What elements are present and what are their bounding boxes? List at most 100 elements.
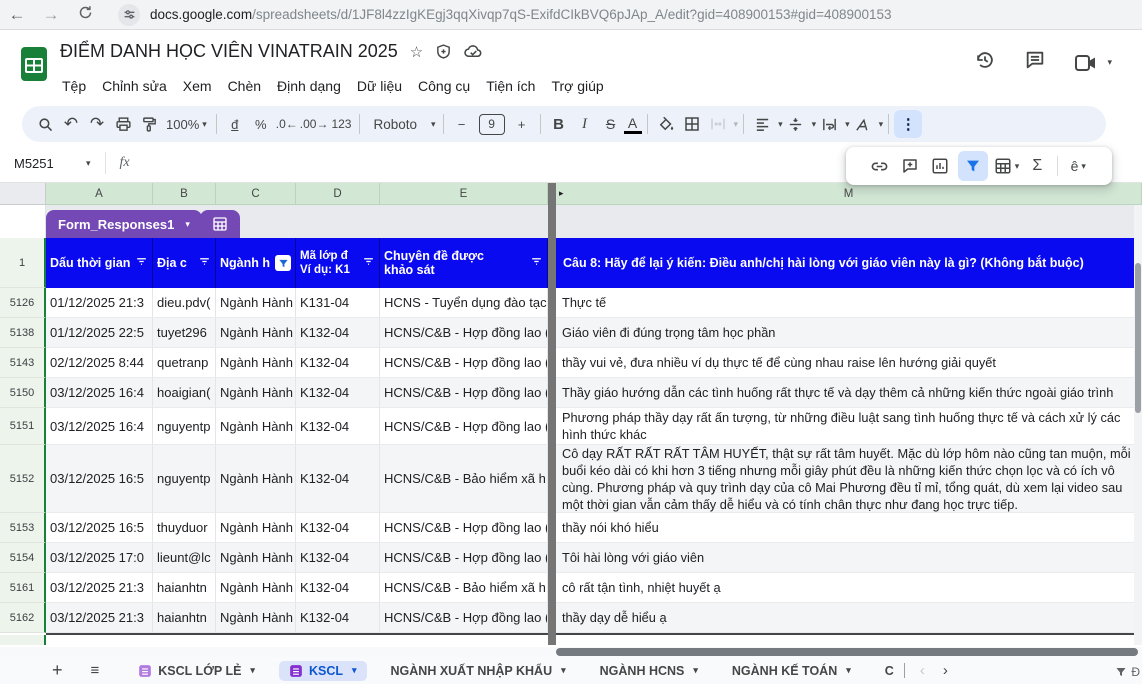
sheet-tab[interactable]: KSCL ▾: [279, 661, 367, 681]
header-cell-chuyende[interactable]: Chuyên đề được khảo sát: [380, 238, 548, 288]
cell-email[interactable]: nguyentp: [153, 408, 216, 445]
header-cell-timestamp[interactable]: Dấu thời gian: [46, 238, 153, 288]
text-rotation-button[interactable]: [850, 111, 876, 137]
menu-item[interactable]: Xem: [175, 75, 220, 97]
next-sheets-icon[interactable]: ›: [943, 662, 948, 679]
strikethrough-button[interactable]: S: [598, 111, 624, 137]
meet-caret-icon[interactable]: ▾: [1107, 57, 1112, 68]
cell-cau8-answer[interactable]: Thực tế: [556, 288, 1142, 318]
italic-button[interactable]: I: [572, 111, 598, 137]
insert-chart-icon[interactable]: [928, 153, 952, 179]
cell-malop[interactable]: K132-04: [296, 348, 380, 378]
filter-icon[interactable]: [530, 255, 543, 271]
cell-malop[interactable]: K132-04: [296, 543, 380, 573]
cell-email[interactable]: nguyentp: [153, 445, 216, 513]
cell-timestamp[interactable]: 01/12/2025 22:5: [46, 318, 153, 348]
cloud-saved-icon[interactable]: [464, 43, 483, 60]
cell-nganh[interactable]: Ngành Hành: [216, 543, 296, 573]
row-header-1[interactable]: 1: [0, 238, 46, 288]
cell-cau8-answer[interactable]: thầy nói khó hiểu: [556, 513, 1142, 543]
cell-timestamp[interactable]: 03/12/2025 16:4: [46, 378, 153, 408]
insert-comment-icon[interactable]: [898, 153, 922, 179]
table-views-caret-icon[interactable]: ▾: [1015, 161, 1020, 172]
borders-button[interactable]: [679, 111, 705, 137]
row-header[interactable]: 5126: [0, 288, 46, 318]
cell-timestamp[interactable]: 03/12/2025 16:5: [46, 445, 153, 513]
sheets-logo-icon[interactable]: [20, 45, 48, 88]
cell-email[interactable]: dieu.pdv(: [153, 288, 216, 318]
name-box[interactable]: M5251: [0, 156, 86, 171]
format-currency-button[interactable]: đ: [222, 111, 248, 137]
horizontal-scrollbar-thumb[interactable]: [556, 648, 1138, 656]
name-box-caret-icon[interactable]: ▾: [86, 158, 91, 169]
menu-item[interactable]: Chỉnh sửa: [94, 75, 175, 97]
cell-cau8-answer[interactable]: thầy dạy dễ hiểu ạ: [556, 603, 1142, 633]
cell-cau8-answer[interactable]: Tôi hài lòng với giáo viên: [556, 543, 1142, 573]
decrease-decimal-button[interactable]: .0←: [274, 111, 300, 137]
cell-chuyende[interactable]: HCNS/C&B - Hợp đồng lao (: [380, 603, 548, 633]
site-settings-icon[interactable]: [118, 4, 140, 26]
cell-cau8-answer[interactable]: Cô dạy RẤT RẤT RẤT TÂM HUYẾT, thật sự rấ…: [556, 445, 1142, 513]
functions-sigma-icon[interactable]: Σ: [1025, 153, 1049, 179]
sheet-tab[interactable]: NGÀNH HCNS ▾: [590, 661, 708, 681]
menu-item[interactable]: Công cụ: [410, 75, 478, 97]
cell-nganh[interactable]: Ngành Hành: [216, 445, 296, 513]
text-rotation-caret-icon[interactable]: ▾: [879, 119, 884, 130]
tab-caret-icon[interactable]: ▾: [846, 665, 851, 676]
horizontal-scrollbar[interactable]: [0, 647, 1142, 657]
table-chip-caret-icon[interactable]: ▾: [185, 219, 190, 230]
column-header-E[interactable]: E: [380, 183, 548, 205]
undo-icon[interactable]: ↶: [58, 111, 84, 137]
cell-malop[interactable]: K132-04: [296, 378, 380, 408]
header-cell-malop[interactable]: Mã lớp đ Ví dụ: K1: [296, 238, 380, 288]
cell-cau8-answer[interactable]: cô rất tận tình, nhiệt huyết ạ: [556, 573, 1142, 603]
horizontal-align-caret-icon[interactable]: ▾: [778, 119, 783, 130]
document-title[interactable]: ĐIỂM DANH HỌC VIÊN VINATRAIN 2025: [60, 41, 398, 62]
row-header[interactable]: 5162: [0, 603, 46, 633]
tab-caret-icon[interactable]: ▾: [250, 665, 255, 676]
approvals-shield-icon[interactable]: [435, 43, 452, 60]
paint-format-icon[interactable]: [136, 111, 162, 137]
column-header-B[interactable]: B: [153, 183, 216, 205]
toolbar-more-button[interactable]: ⋮: [894, 110, 922, 138]
cell-timestamp[interactable]: 01/12/2025 21:3: [46, 288, 153, 318]
cell-timestamp[interactable]: 03/12/2025 21:3: [46, 573, 153, 603]
cell-malop[interactable]: K131-04: [296, 288, 380, 318]
cell-timestamp[interactable]: 03/12/2025 17:0: [46, 543, 153, 573]
cell-malop[interactable]: K132-04: [296, 573, 380, 603]
increase-decimal-button[interactable]: .00→: [300, 111, 329, 137]
column-header-C[interactable]: C: [216, 183, 296, 205]
table-views-icon[interactable]: ▾: [994, 153, 1020, 179]
filter-icon[interactable]: [135, 255, 148, 271]
add-sheet-icon[interactable]: +: [52, 660, 63, 681]
browser-reload-icon[interactable]: [68, 5, 102, 25]
row-header[interactable]: 5161: [0, 573, 46, 603]
number-format-button[interactable]: 123: [328, 111, 354, 137]
sheet-tab[interactable]: NGÀNH KẾ TOÁN ▾: [722, 661, 861, 681]
text-wrap-button[interactable]: [816, 111, 842, 137]
row-header[interactable]: 5138: [0, 318, 46, 348]
all-sheets-icon[interactable]: ≡: [91, 662, 99, 679]
browser-back-icon[interactable]: ←: [0, 5, 34, 25]
cell-email[interactable]: thuyduor: [153, 513, 216, 543]
version-history-icon[interactable]: [974, 49, 996, 76]
search-icon[interactable]: [32, 111, 58, 137]
cell-timestamp[interactable]: 02/12/2025 8:44: [46, 348, 153, 378]
cell-timestamp[interactable]: 03/12/2025 16:5: [46, 513, 153, 543]
text-color-button[interactable]: A: [624, 114, 642, 134]
hidden-columns-icon[interactable]: ▸: [559, 188, 564, 199]
tab-caret-icon[interactable]: ▾: [693, 665, 698, 676]
cell-email[interactable]: lieunt@lc: [153, 543, 216, 573]
meet-video-icon[interactable]: ▾: [1074, 53, 1112, 73]
cell-malop[interactable]: K132-04: [296, 513, 380, 543]
cell-nganh[interactable]: Ngành Hành: [216, 348, 296, 378]
cell-chuyende[interactable]: HCNS/C&B - Hợp đồng lao (: [380, 408, 548, 445]
header-cell-nganh[interactable]: Ngành h: [216, 238, 296, 288]
column-header-D[interactable]: D: [296, 183, 380, 205]
bold-button[interactable]: B: [546, 111, 572, 137]
column-header-A[interactable]: A: [46, 183, 153, 205]
cell-timestamp[interactable]: 03/12/2025 16:4: [46, 408, 153, 445]
row-header[interactable]: 5153: [0, 513, 46, 543]
menu-item[interactable]: Trợ giúp: [543, 75, 611, 97]
filter-active-icon[interactable]: [275, 255, 291, 271]
